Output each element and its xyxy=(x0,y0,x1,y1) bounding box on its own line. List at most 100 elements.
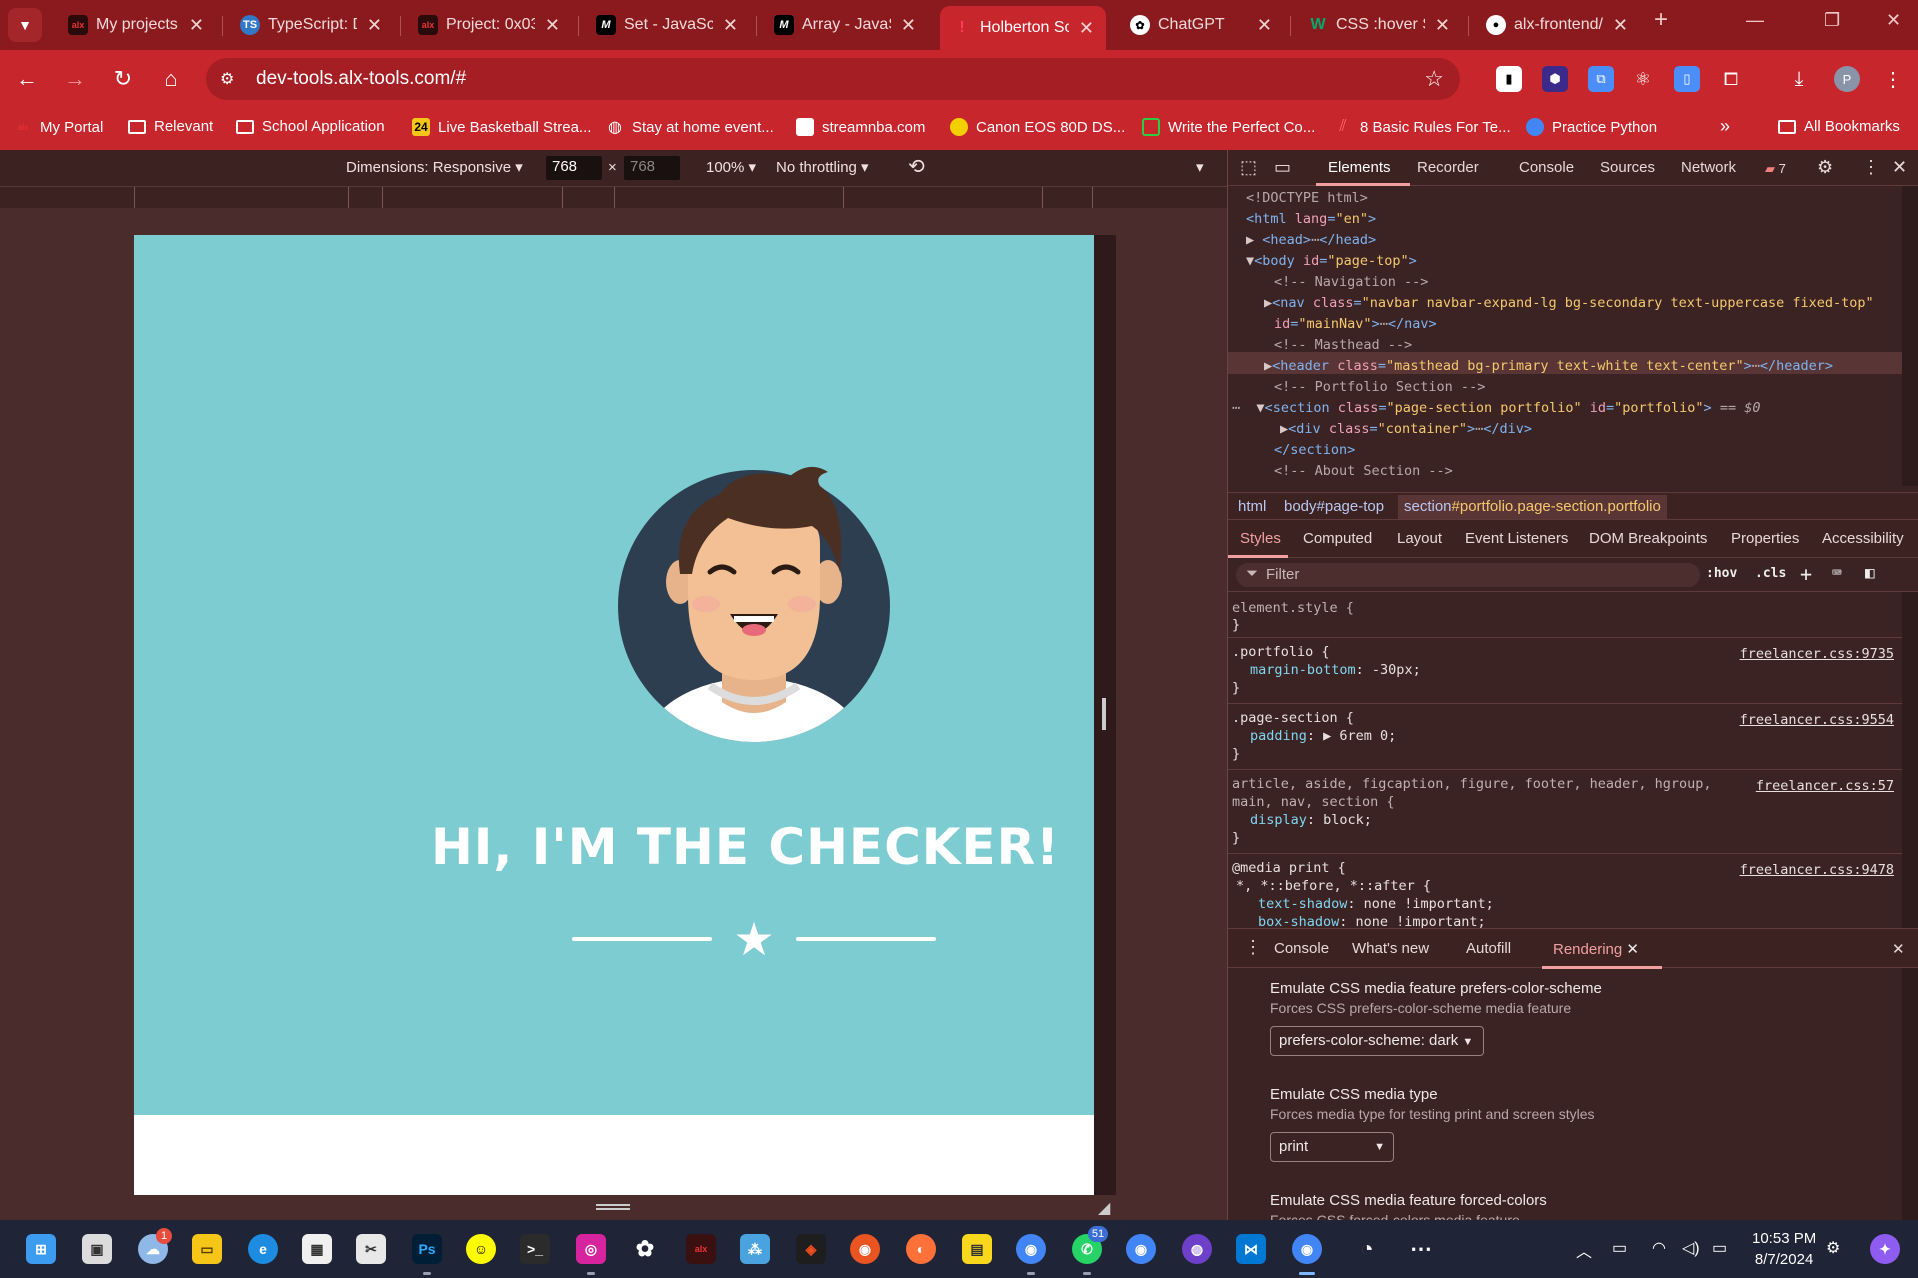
extension-icon[interactable]: ⧉ xyxy=(1588,66,1614,92)
triangle-down-icon[interactable]: ▼ xyxy=(1256,400,1264,416)
chrome-profile-icon[interactable]: ◉ xyxy=(1126,1234,1156,1264)
media-type-select[interactable]: print ▼ xyxy=(1270,1132,1394,1162)
new-rule-icon[interactable]: + xyxy=(1800,562,1812,586)
puzzle-icon[interactable]: ⧠ xyxy=(1718,66,1744,92)
address-bar[interactable]: ⚙ dev-tools.alx-tools.com/# ☆ xyxy=(206,58,1460,100)
dom-comment[interactable]: <!-- About Section --> xyxy=(1274,463,1453,479)
windows-start-icon[interactable]: ⊞ xyxy=(26,1234,56,1264)
extension-icon[interactable]: ▮ xyxy=(1496,66,1522,92)
close-icon[interactable]: ✕ xyxy=(901,15,916,36)
copilot-icon[interactable]: ✦ xyxy=(1870,1234,1900,1264)
inspect-element-icon[interactable]: ⬚ xyxy=(1240,157,1257,178)
bookmark-item[interactable]: alx My Portal xyxy=(14,118,103,136)
home-button[interactable]: ⌂ xyxy=(156,64,186,94)
close-icon[interactable]: ✕ xyxy=(723,15,738,36)
width-input[interactable]: 768 xyxy=(546,156,602,180)
dom-node[interactable]: ▶<div class="container">⋯</div> xyxy=(1280,421,1532,437)
triangle-right-icon[interactable]: ▶ xyxy=(1264,358,1272,374)
bookmark-item[interactable]: ⫽ 8 Basic Rules For Te... xyxy=(1334,118,1510,136)
alx-app-icon[interactable]: alx xyxy=(686,1234,716,1264)
breadcrumb-body[interactable]: body#page-top xyxy=(1284,498,1384,515)
bookmark-star-icon[interactable]: ☆ xyxy=(1424,66,1444,92)
close-icon[interactable]: ✕ xyxy=(1626,941,1639,958)
notification-settings-icon[interactable]: ⚙ xyxy=(1826,1238,1840,1258)
resize-handle-right[interactable] xyxy=(1102,698,1106,730)
app-icon[interactable]: ⁂ xyxy=(740,1234,770,1264)
back-button[interactable]: ← xyxy=(12,64,42,94)
photoshop-icon[interactable]: Ps xyxy=(412,1234,442,1264)
sidebar-toggle-icon[interactable]: ◧ xyxy=(1865,563,1875,582)
bookmark-item[interactable]: Write the Perfect Co... xyxy=(1142,118,1315,136)
dom-node-selected[interactable]: ⋯ ▼<section class="page-section portfoli… xyxy=(1232,400,1760,416)
close-icon[interactable]: ✕ xyxy=(1435,15,1450,36)
source-link[interactable]: freelancer.css:57 xyxy=(1756,778,1894,794)
tab-recorder[interactable]: Recorder xyxy=(1417,159,1479,176)
subtab-computed[interactable]: Computed xyxy=(1303,530,1372,547)
photos-icon[interactable]: ✿ xyxy=(630,1234,660,1264)
source-link[interactable]: freelancer.css:9554 xyxy=(1740,712,1894,728)
volume-icon[interactable]: ◁) xyxy=(1682,1238,1700,1258)
avatar[interactable]: P xyxy=(1834,66,1860,92)
more-vert-icon[interactable]: ⋮ xyxy=(1880,66,1906,92)
edge-icon[interactable]: e xyxy=(248,1234,278,1264)
subtab-properties[interactable]: Properties xyxy=(1731,530,1799,547)
bookmark-item[interactable]: 24 Live Basketball Strea... xyxy=(412,118,591,136)
restore-button[interactable]: ❐ xyxy=(1824,10,1840,31)
figma-icon[interactable]: ◈ xyxy=(796,1234,826,1264)
tab-elements[interactable]: Elements xyxy=(1328,159,1391,176)
tab-array-javascript[interactable]: M Array - JavaS ✕ xyxy=(762,6,928,44)
close-window-button[interactable]: ✕ xyxy=(1886,10,1901,31)
dom-node[interactable]: <!DOCTYPE html> xyxy=(1246,190,1368,206)
device-toggle-icon[interactable]: ▭ xyxy=(1274,157,1291,178)
dom-node[interactable]: ▶<nav class="navbar navbar-expand-lg bg-… xyxy=(1264,295,1874,311)
issues-badge[interactable]: ▰ 7 xyxy=(1765,161,1786,177)
styles-scrollbar[interactable] xyxy=(1902,592,1918,928)
firefox-icon[interactable]: ◐ xyxy=(906,1234,936,1264)
tab-console[interactable]: Console xyxy=(1519,159,1574,176)
subtab-styles[interactable]: Styles xyxy=(1240,530,1281,547)
terminal-icon[interactable]: >_ xyxy=(520,1234,550,1264)
vscode-icon[interactable]: ⋈ xyxy=(1236,1234,1266,1264)
github-desktop-icon[interactable]: ◍ xyxy=(1182,1234,1212,1264)
site-info-icon[interactable]: ⚙ xyxy=(220,69,242,89)
reload-button[interactable]: ↻ xyxy=(108,64,138,94)
breadcrumb-html[interactable]: html xyxy=(1238,498,1266,515)
source-link[interactable]: freelancer.css:9478 xyxy=(1740,862,1894,878)
close-icon[interactable]: ✕ xyxy=(367,15,382,36)
throttling-dropdown[interactable]: No throttling ▾ xyxy=(776,158,869,176)
close-icon[interactable]: ✕ xyxy=(545,15,560,36)
resize-handle-corner[interactable]: ◢ xyxy=(1098,1198,1110,1218)
speedometer-icon[interactable]: ◔ xyxy=(1352,1234,1382,1264)
chrome-icon[interactable]: ◉ xyxy=(1016,1234,1046,1264)
drawer-tab-rendering[interactable]: Rendering ✕ xyxy=(1553,940,1639,958)
instagram-icon[interactable]: ◎ xyxy=(576,1234,606,1264)
cast-icon[interactable]: ▭ xyxy=(1612,1238,1627,1258)
close-icon[interactable]: ✕ xyxy=(1257,15,1272,36)
subtab-accessibility[interactable]: Accessibility xyxy=(1822,530,1904,547)
chrome-active-icon[interactable]: ◉ xyxy=(1292,1234,1322,1264)
tab-github[interactable]: ● alx-frontend/ ✕ xyxy=(1474,6,1640,44)
rendering-scrollbar[interactable] xyxy=(1902,968,1918,1220)
task-view-icon[interactable]: ▣ xyxy=(82,1234,112,1264)
bookmark-folder[interactable]: Relevant xyxy=(128,118,213,135)
breadcrumb-section[interactable]: section#portfolio.page-section.portfolio xyxy=(1398,495,1667,519)
more-horizontal-icon[interactable]: ⋯ xyxy=(1406,1234,1436,1264)
zoom-dropdown[interactable]: 100% ▾ xyxy=(706,158,756,176)
dom-node[interactable]: ▶ <head>⋯</head> xyxy=(1246,232,1376,248)
store-icon[interactable]: ▦ xyxy=(302,1234,332,1264)
rotate-icon[interactable]: ⟲ xyxy=(908,154,925,179)
subtab-dom-breakpoints[interactable]: DOM Breakpoints xyxy=(1589,530,1707,547)
bookmark-item[interactable]: streamnba.com xyxy=(796,118,925,136)
tab-typescript[interactable]: TS TypeScript: D ✕ xyxy=(228,6,394,44)
close-drawer-icon[interactable]: ✕ xyxy=(1892,940,1905,958)
dom-node[interactable]: ▼<body id="page-top"> xyxy=(1246,253,1417,269)
triangle-right-icon[interactable]: ▶ xyxy=(1246,232,1254,248)
drawer-tab-console[interactable]: Console xyxy=(1274,940,1329,957)
bookmark-item[interactable]: Practice Python xyxy=(1526,118,1657,136)
gear-icon[interactable]: ⚙ xyxy=(1817,157,1833,178)
triangle-right-icon[interactable]: ▶ xyxy=(1280,421,1288,437)
tab-chatgpt[interactable]: ✿ ChatGPT ✕ xyxy=(1118,6,1284,44)
close-icon[interactable]: ✕ xyxy=(189,15,204,36)
resize-handle-bottom[interactable] xyxy=(596,1204,630,1210)
sticky-notes-icon[interactable]: ▤ xyxy=(962,1234,992,1264)
